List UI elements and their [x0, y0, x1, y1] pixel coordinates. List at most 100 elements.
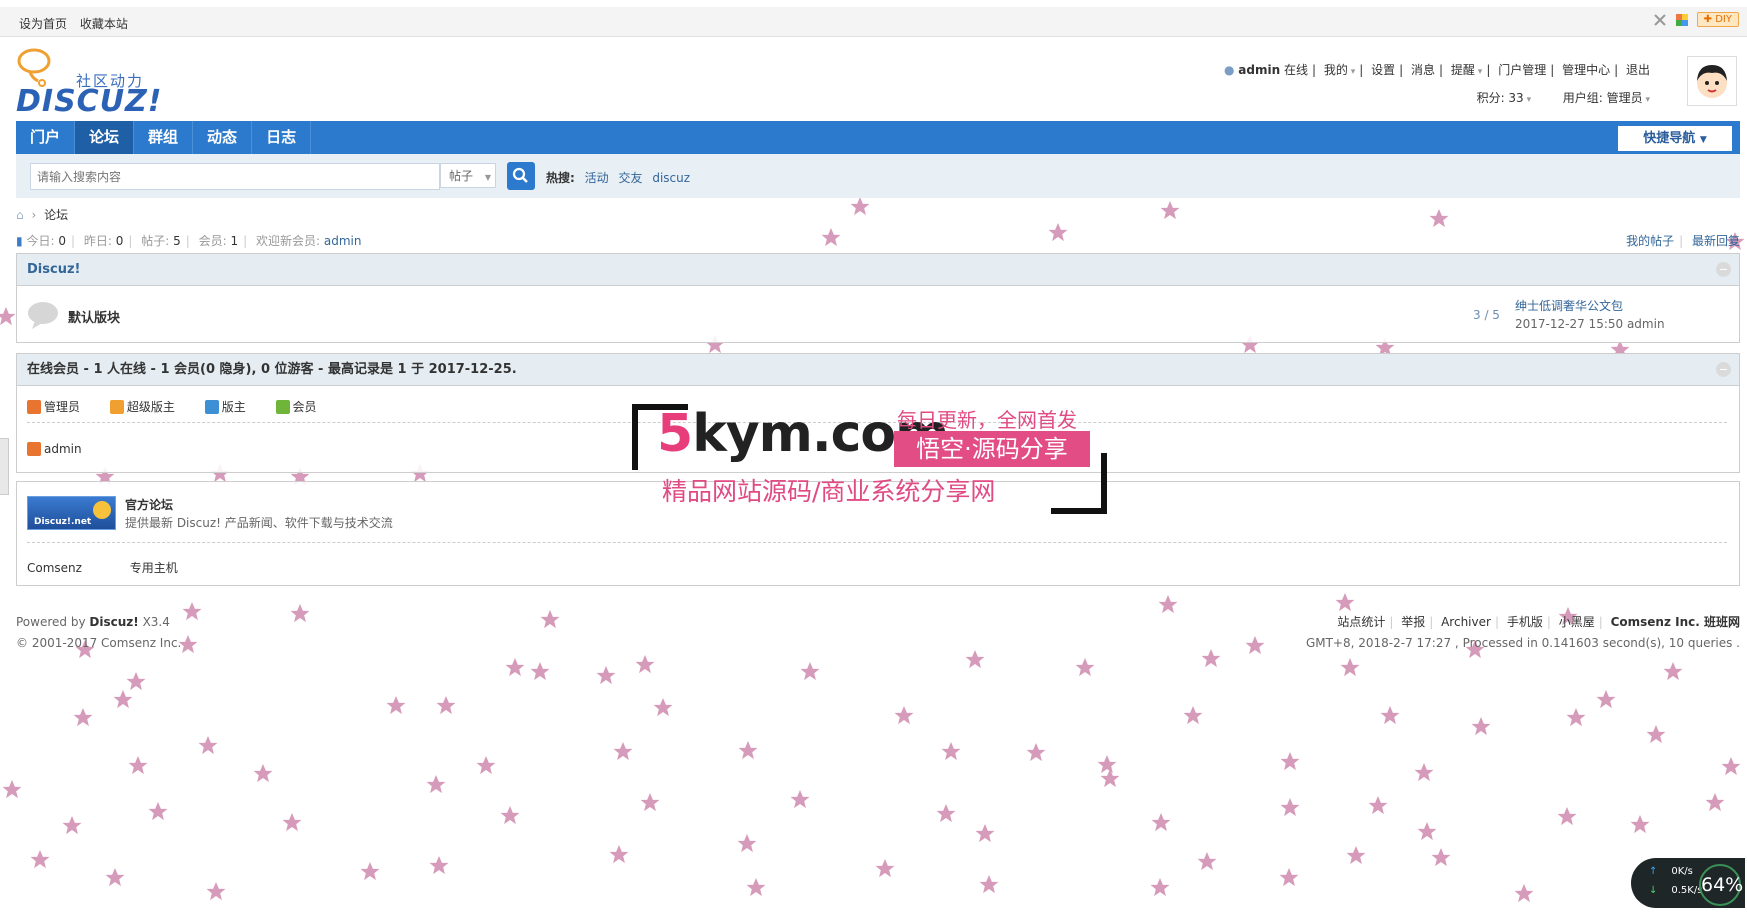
link-title[interactable]: 官方论坛 — [125, 496, 173, 513]
nav-activity[interactable]: 动态 — [193, 121, 253, 154]
bookmark-link[interactable]: 收藏本站 — [80, 17, 128, 31]
usergroup-legend: 管理员 超级版主 版主 会员 — [27, 398, 343, 415]
diy-label: DIY — [1715, 14, 1732, 25]
search-type-select[interactable]: 帖子 ▼ — [440, 163, 496, 188]
stat-label: 会员: — [198, 234, 227, 248]
nav-groups[interactable]: 群组 — [134, 121, 194, 154]
version: X3.4 — [142, 615, 170, 629]
legend-member: 会员 — [275, 398, 317, 415]
latest-replies-link[interactable]: 最新回复 — [1692, 234, 1740, 248]
menu-logout[interactable]: 退出 — [1626, 63, 1650, 77]
menu-portal-admin[interactable]: 门户管理 — [1498, 63, 1546, 77]
menu-admin-center[interactable]: 管理中心 — [1562, 63, 1610, 77]
watermark-subtitle: 精品网站源码/商业系统分享网 — [662, 477, 996, 506]
online-user[interactable]: admin — [27, 442, 82, 456]
quick-nav-label: 快捷导航 — [1643, 131, 1696, 146]
forum-group-title[interactable]: Discuz! — [27, 262, 80, 277]
footer-link[interactable]: 小黑屋 — [1559, 615, 1595, 629]
hot-search-label: 热搜: — [546, 171, 575, 185]
upload-arrow-icon: ↑ — [1649, 866, 1658, 877]
avatar[interactable] — [1687, 56, 1737, 106]
legend-label: 版主 — [221, 400, 246, 414]
last-post-meta: 2017-12-27 15:50 admin — [1515, 317, 1665, 331]
link-logo-text: Discuz!.net — [34, 517, 92, 527]
fullscreen-icon[interactable] — [1653, 13, 1667, 27]
legend-mod: 版主 — [204, 398, 246, 415]
memory-percent: 64% — [1699, 864, 1743, 906]
my-posts-link[interactable]: 我的帖子 — [1626, 234, 1674, 248]
powered-prefix: Powered by — [16, 615, 86, 629]
last-post: 绅士低调奢华公文包 2017-12-27 15:50 admin — [1515, 297, 1665, 333]
breadcrumb-current[interactable]: 论坛 — [44, 208, 68, 222]
quick-nav-button[interactable]: 快捷导航 ▼ — [1618, 126, 1732, 151]
hot-word[interactable]: 交友 — [618, 171, 642, 185]
menu-notifications[interactable]: 提醒 — [1451, 63, 1475, 77]
username-link[interactable]: admin — [1238, 63, 1280, 77]
forum-name-link[interactable]: 默认版块 — [68, 307, 120, 326]
stat-posts: 5 — [173, 234, 181, 248]
newest-member-link[interactable]: admin — [324, 234, 362, 248]
hot-word[interactable]: 活动 — [585, 171, 609, 185]
usergroup-menu[interactable]: 用户组: 管理员 — [1563, 91, 1643, 105]
style-switch-icon[interactable] — [1675, 13, 1689, 27]
forum-count: 3 / 5 — [1473, 308, 1500, 322]
points-menu[interactable]: 积分: 33 — [1477, 91, 1524, 105]
processed-info: GMT+8, 2018-2-7 17:27 , Processed in 0.1… — [1305, 636, 1740, 650]
user-menu: ● admin 在线 | 我的 ▾ | 设置 | 消息 | 提醒 ▾ | 门户管理 | 管理… — [1223, 63, 1650, 105]
hot-word[interactable]: discuz — [652, 171, 690, 185]
search-bar: 帖子 ▼ 热搜: 活动 交友 discuz — [16, 154, 1740, 198]
nav-portal[interactable]: 门户 — [16, 121, 76, 154]
diy-button[interactable]: ✚ DIY — [1696, 12, 1739, 27]
collapse-icon[interactable] — [1716, 262, 1731, 277]
powered-brand[interactable]: Discuz! — [89, 615, 138, 629]
search-button[interactable] — [507, 162, 535, 190]
user-icon — [109, 400, 124, 414]
legend-label: 会员 — [292, 400, 317, 414]
nav-blog[interactable]: 日志 — [252, 121, 312, 154]
nav-forum[interactable]: 论坛 — [75, 121, 135, 154]
legend-admin: 管理员 — [27, 398, 80, 415]
footer-brand[interactable]: Comsenz Inc. 班班网 — [1611, 615, 1740, 629]
chevron-down-icon: ▼ — [484, 173, 491, 182]
network-speed-widget[interactable]: ↑ 0K/s ↓ 0.5K/s 64% — [1631, 858, 1745, 908]
link-desc: 提供最新 Discuz! 产品新闻、软件下载与技术交流 — [125, 516, 393, 530]
footer-link[interactable]: 举报 — [1401, 615, 1425, 629]
home-icon[interactable]: ⌂ — [16, 208, 24, 222]
watermark-domain-num: 5 — [657, 404, 693, 464]
side-toggle-tab[interactable] — [0, 438, 9, 495]
footer-link[interactable]: Archiver — [1441, 615, 1491, 629]
legend-super-mod: 超级版主 — [109, 398, 175, 415]
footer-link[interactable]: 站点统计 — [1337, 615, 1385, 629]
stat-label: 欢迎新会员: — [256, 234, 321, 248]
text-links: Comsenz 专用主机 — [27, 559, 222, 576]
user-icon — [275, 400, 290, 414]
collapse-icon[interactable] — [1716, 362, 1731, 377]
stat-yesterday: 0 — [115, 234, 124, 248]
menu-settings[interactable]: 设置 — [1371, 63, 1395, 77]
set-homepage-link[interactable]: 设为首页 — [19, 17, 67, 31]
text-link[interactable]: Comsenz — [27, 561, 82, 575]
stat-today: 0 — [58, 234, 66, 248]
search-input[interactable] — [31, 164, 419, 189]
last-post-title[interactable]: 绅士低调奢华公文包 — [1515, 299, 1623, 313]
logo-wordmark: DISCUZ! — [16, 84, 163, 119]
discuz-net-logo[interactable]: Discuz!.net — [27, 496, 116, 530]
online-title[interactable]: 在线会员 - 1 人在线 - 1 会员(0 隐身), 0 位游客 - 最高记录是… — [27, 362, 517, 377]
text-link[interactable]: 专用主机 — [130, 561, 178, 575]
download-arrow-icon: ↓ — [1649, 885, 1658, 896]
divider — [27, 542, 1727, 543]
download-speed: 0.5K/s — [1671, 885, 1703, 896]
lightbulb-logo-icon — [17, 48, 51, 87]
footer-link[interactable]: 手机版 — [1507, 615, 1543, 629]
chevron-down-icon: ▼ — [1699, 135, 1707, 145]
watermark-tagline: 每日更新，全网首发 — [897, 408, 1077, 432]
footer-right: 站点统计 | 举报 | Archiver | 手机版 | 小黑屋 | Comsenz In… — [1305, 615, 1740, 650]
stat-label: 帖子: — [141, 234, 170, 248]
user-icon — [27, 400, 41, 414]
menu-my[interactable]: 我的 — [1324, 63, 1348, 77]
legend-label: 管理员 — [44, 400, 81, 414]
forum-row: 默认版块 3 / 5 绅士低调奢华公文包 2017-12-27 15:50 ad… — [17, 286, 1739, 342]
menu-messages[interactable]: 消息 — [1411, 63, 1435, 77]
search-icon — [512, 167, 528, 183]
forum-group-box: Discuz! 默认版块 3 / 5 绅士低调奢华公文包 2017-12-27 … — [16, 253, 1740, 343]
